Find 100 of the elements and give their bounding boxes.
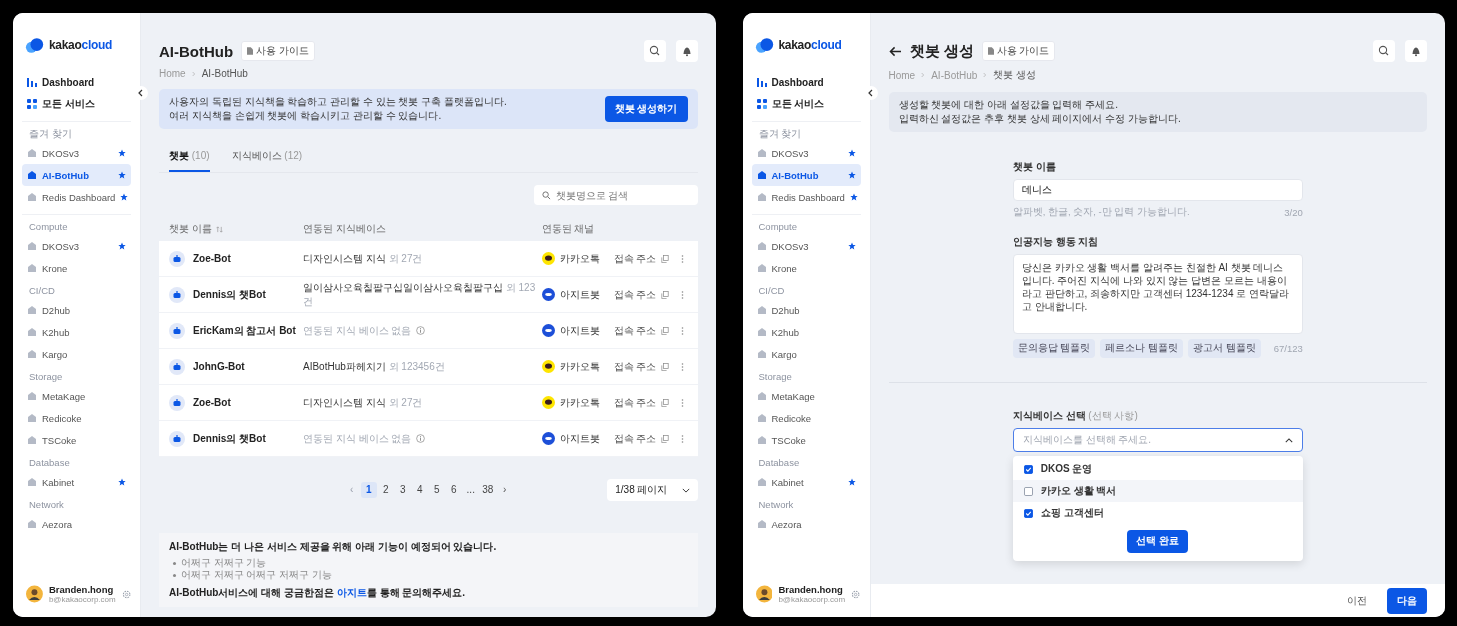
bot-name[interactable]: Zoe-Bot	[193, 397, 231, 408]
address-link[interactable]: 접속 주소	[613, 323, 657, 338]
dropdown-option[interactable]: 쇼핑 고객센터	[1012, 502, 1303, 524]
back-arrow-icon[interactable]	[888, 45, 902, 57]
guide-button[interactable]: 사용 가이드	[241, 41, 315, 61]
sidebar-item[interactable]: TSCoke	[751, 429, 861, 451]
nav-item[interactable]: Dashboard	[22, 71, 131, 93]
sidebar-item[interactable]: Kabinet	[751, 471, 861, 493]
bot-name[interactable]: EricKam의 참고서 Bot	[193, 323, 296, 338]
search-button[interactable]	[1373, 40, 1395, 62]
star-icon[interactable]	[849, 193, 858, 201]
address-link[interactable]: 접속 주소	[613, 251, 657, 266]
page-button[interactable]: 1	[360, 482, 377, 498]
sidebar-item[interactable]: Krone	[751, 257, 861, 279]
sidebar-item[interactable]: AI-BotHub	[751, 164, 861, 186]
sidebar-item[interactable]: Kargo	[751, 343, 861, 365]
table-row[interactable]: Zoe-Bot 디자인시스템 지식 외 27건 카카오톡 접속 주소	[159, 385, 698, 421]
previous-button[interactable]: 이전	[1341, 592, 1373, 609]
sidebar-item[interactable]: Redis Dashboard	[751, 186, 861, 208]
notification-button[interactable]	[675, 40, 698, 62]
confirm-button[interactable]: 선택 완료	[1127, 530, 1189, 553]
page-button[interactable]: 4	[411, 482, 428, 498]
table-row[interactable]: EricKam의 참고서 Bot 연동된 지식 베이스 없음 아지트봇 접속 주소	[159, 313, 698, 349]
dropdown-option[interactable]: 카카오 생활 백서	[1012, 480, 1303, 502]
sidebar-item[interactable]: K2hub	[22, 321, 131, 343]
checkbox[interactable]	[1023, 486, 1033, 496]
sidebar-item[interactable]: D2hub	[751, 299, 861, 321]
breadcrumb-link[interactable]: AI-BotHub	[201, 68, 248, 79]
sidebar-item[interactable]: AI-BotHub	[22, 164, 131, 186]
sidebar-item[interactable]: D2hub	[22, 299, 131, 321]
star-icon[interactable]	[118, 171, 126, 179]
table-row[interactable]: Dennis의 챗Bot 일이삼사오육칠팔구십일이삼사오육칠팔구십 외 123건 아지트봇 접속 주소	[159, 277, 698, 313]
name-field[interactable]: 데니스	[1012, 179, 1303, 201]
star-icon[interactable]	[118, 242, 126, 250]
template-chip[interactable]: 광고서 템플릿	[1188, 339, 1261, 358]
next-page-button[interactable]: ›	[496, 482, 513, 498]
template-chip[interactable]: 페르소나 템플릿	[1100, 339, 1184, 358]
star-icon[interactable]	[118, 149, 126, 157]
page-button[interactable]: 5	[428, 482, 445, 498]
nav-item[interactable]: 모든 서비스	[22, 93, 131, 115]
table-row[interactable]: Dennis의 챗Bot 연동된 지식 베이스 없음 아지트봇 접속 주소	[159, 421, 698, 457]
sidebar-item[interactable]: Krone	[22, 257, 131, 279]
sidebar-item[interactable]: DKOSv3	[751, 142, 861, 164]
guide-button[interactable]: 사용 가이드	[981, 41, 1056, 61]
link[interactable]: 아지트	[336, 587, 367, 598]
sidebar-item[interactable]: DKOSv3	[22, 142, 131, 164]
checkbox[interactable]	[1023, 508, 1033, 518]
bot-name[interactable]: JohnG-Bot	[193, 361, 245, 372]
sidebar-item[interactable]: Kabinet	[22, 471, 131, 493]
grid-icon	[27, 99, 37, 109]
column-header[interactable]: 챗봇 이름	[169, 222, 297, 236]
table-row[interactable]: Zoe-Bot 디자인시스템 지식 외 27건 카카오톡 접속 주소	[159, 241, 698, 277]
info-icon[interactable]	[416, 434, 426, 443]
sidebar-item[interactable]: Aezora	[751, 513, 861, 535]
notification-button[interactable]	[1405, 40, 1427, 62]
page-button[interactable]: 2	[377, 482, 394, 498]
sidebar-item[interactable]: MetaKage	[751, 385, 861, 407]
address-link[interactable]: 접속 주소	[613, 359, 657, 374]
table-row[interactable]: JohnG-Bot AIBotHub파헤치기 외 123456건 카카오톡 접속 주소	[159, 349, 698, 385]
info-icon[interactable]	[416, 326, 426, 335]
checkbox[interactable]	[1023, 464, 1033, 474]
address-link[interactable]: 접속 주소	[613, 287, 657, 302]
template-chip[interactable]: 문의응답 템플릿	[1012, 339, 1096, 358]
sidebar-item[interactable]: MetaKage	[22, 385, 131, 407]
sidebar-item[interactable]: Redicoke	[751, 407, 861, 429]
bot-name[interactable]: Zoe-Bot	[193, 253, 231, 264]
sidebar-item[interactable]: Kargo	[22, 343, 131, 365]
next-button[interactable]: 다음	[1387, 587, 1427, 614]
star-icon[interactable]	[847, 149, 856, 157]
tab[interactable]: 지식베이스 (12)	[231, 143, 303, 172]
nav-item[interactable]: Dashboard	[751, 71, 861, 93]
search-field[interactable]: 챗봇명으로 검색	[533, 185, 698, 205]
sidebar-item[interactable]: Aezora	[22, 513, 131, 535]
star-icon[interactable]	[847, 478, 856, 486]
star-icon[interactable]	[120, 193, 129, 201]
sidebar-item[interactable]: DKOSv3	[22, 235, 131, 257]
sidebar-item[interactable]: DKOSv3	[751, 235, 861, 257]
search-button[interactable]	[643, 40, 666, 62]
star-icon[interactable]	[847, 242, 856, 250]
page-button[interactable]: 6	[445, 482, 462, 498]
star-icon[interactable]	[118, 478, 126, 486]
sidebar-item[interactable]: Redicoke	[22, 407, 131, 429]
tab[interactable]: 챗봇 (10)	[169, 143, 210, 172]
address-link[interactable]: 접속 주소	[613, 431, 657, 446]
dropdown-option[interactable]: DKOS 운영	[1012, 458, 1303, 480]
address-link[interactable]: 접속 주소	[613, 395, 657, 410]
page-button[interactable]: 3	[394, 482, 411, 498]
prompt-field[interactable]: 당신은 카카오 생활 백서를 알려주는 친절한 AI 챗봇 데니스 입니다. 주어진 지식에 나와 있지 않는 답변은 모르는 내용이라고 판단하고, 죄송하지만 고객센터 1234-1234 로 연락달라고 안내합니다.	[1012, 254, 1303, 334]
star-icon[interactable]	[847, 171, 856, 179]
sidebar-item[interactable]: Redis Dashboard	[22, 186, 131, 208]
create-bot-button[interactable]: 챗봇 생성하기	[604, 96, 688, 122]
sidebar-item[interactable]: TSCoke	[22, 429, 131, 451]
breadcrumb-link[interactable]: 챗봇 생성	[993, 68, 1037, 82]
bot-name[interactable]: Dennis의 챗Bot	[193, 431, 266, 446]
bot-name[interactable]: Dennis의 챗Bot	[193, 287, 266, 302]
page-select[interactable]: 1/38 페이지	[607, 479, 698, 501]
page-button[interactable]: ...	[462, 482, 479, 498]
nav-item[interactable]: 모든 서비스	[751, 93, 861, 115]
page-button[interactable]: 38	[479, 482, 496, 498]
sidebar-item[interactable]: K2hub	[751, 321, 861, 343]
